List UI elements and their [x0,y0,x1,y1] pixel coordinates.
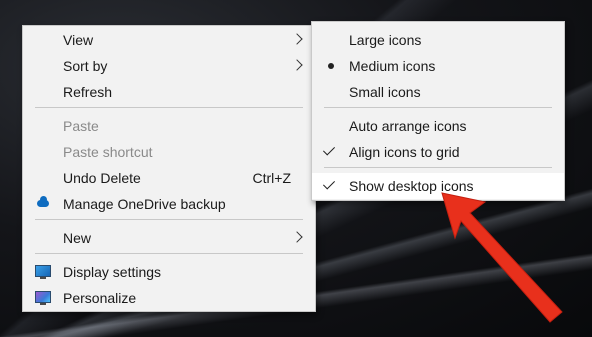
annotation-arrow-shape [441,192,563,323]
annotation-arrow [441,192,563,323]
